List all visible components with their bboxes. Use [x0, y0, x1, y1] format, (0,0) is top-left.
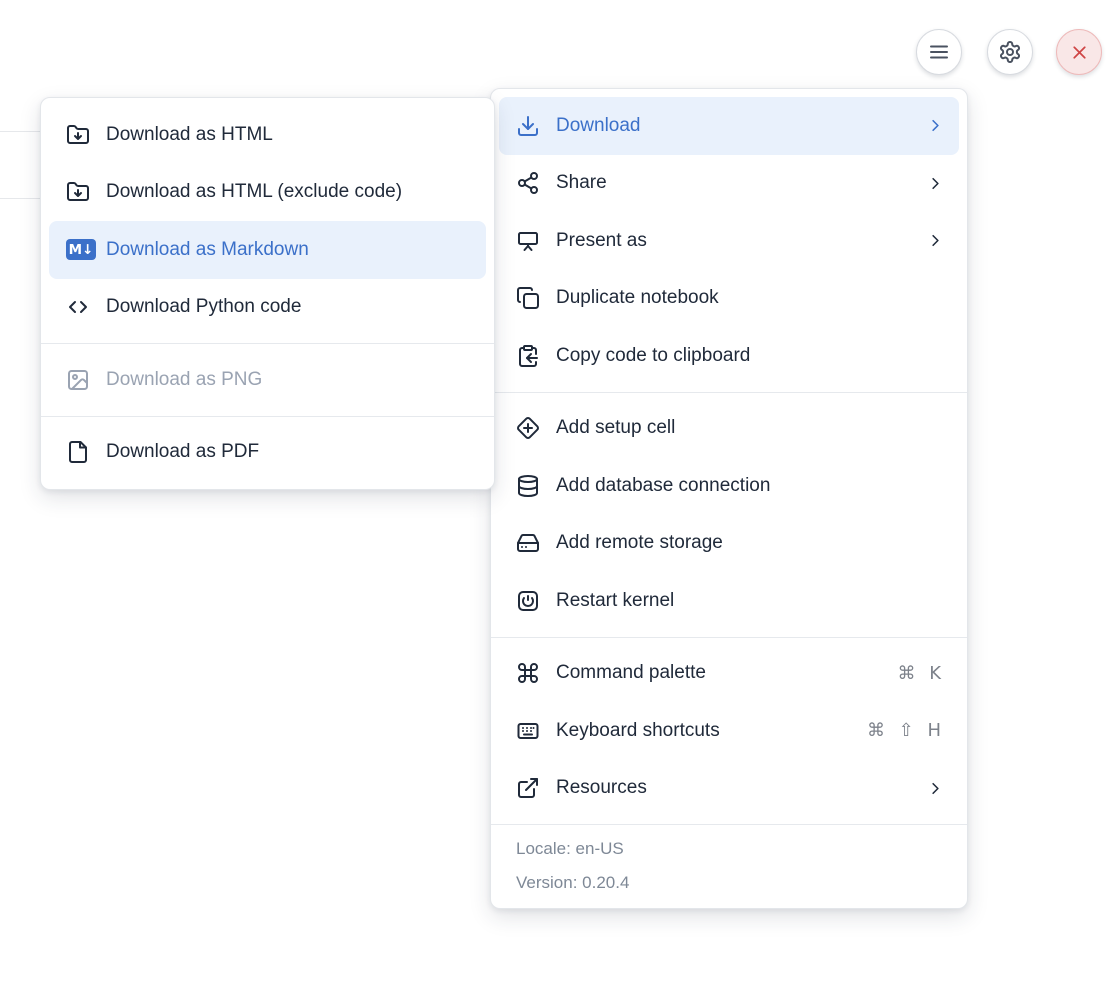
menu-item-resources[interactable]: Resources — [499, 760, 959, 818]
menu-item-download[interactable]: Download — [499, 97, 959, 155]
menu-item-add-setup-cell[interactable]: Add setup cell — [499, 400, 959, 458]
menu-item-command-palette[interactable]: Command palette⌘ K — [499, 645, 959, 703]
menu-item-label: Add remote storage — [556, 532, 945, 554]
menu-item-present-as[interactable]: Present as — [499, 212, 959, 270]
menu-divider — [491, 637, 967, 638]
page: { "colors":{ "accent_blue":"#3b70c9", "h… — [0, 0, 1118, 984]
menu-item-restart-kernel[interactable]: Restart kernel — [499, 572, 959, 630]
menu-item-label: Download as Markdown — [106, 239, 472, 261]
hard-drive-icon — [516, 531, 540, 555]
file-icon — [66, 440, 90, 464]
power-icon — [516, 589, 540, 613]
menu-item-label: Resources — [556, 777, 926, 799]
menu-divider — [491, 392, 967, 393]
menu-item-add-remote-storage[interactable]: Add remote storage — [499, 515, 959, 573]
markdown-icon: M↓ — [66, 239, 96, 260]
menu-footer: Locale: en-US Version: 0.20.4 — [499, 832, 959, 900]
menu-item-label: Download as HTML — [106, 124, 472, 146]
download-submenu: Download as HTML Download as HTML (exclud… — [40, 97, 495, 490]
settings-button[interactable] — [987, 29, 1033, 75]
page-edge-line — [0, 198, 40, 199]
folder-download-icon — [66, 180, 90, 204]
keyboard-icon — [516, 719, 540, 743]
close-icon — [1069, 42, 1090, 63]
menu-item-label: Add database connection — [556, 475, 945, 497]
copy-icon — [516, 286, 540, 310]
close-button[interactable] — [1056, 29, 1102, 75]
menu-item-download-as-png[interactable]: Download as PNG — [49, 351, 486, 409]
menu-item-duplicate-notebook[interactable]: Duplicate notebook — [499, 270, 959, 328]
notebook-menu: Download Share Present as Duplicate noteboo… — [490, 88, 968, 909]
menu-item-label: Download — [556, 115, 926, 137]
page-edge-line — [0, 131, 40, 132]
folder-download-icon — [66, 123, 90, 147]
menu-button[interactable] — [916, 29, 962, 75]
menu-item-copy-code-to-clipboard[interactable]: Copy code to clipboard — [499, 327, 959, 385]
menu-item-label: Copy code to clipboard — [556, 345, 945, 367]
gear-icon — [998, 40, 1022, 64]
menu-item-add-database-connection[interactable]: Add database connection — [499, 457, 959, 515]
clipboard-arrow-icon — [516, 344, 540, 368]
menu-item-download-as-html-exclude-code[interactable]: Download as HTML (exclude code) — [49, 164, 486, 222]
shortcut-hint: ⌘ K — [897, 663, 945, 684]
download-icon — [516, 114, 540, 138]
menu-divider — [491, 824, 967, 825]
chevron-right-icon — [926, 779, 945, 798]
shortcut-hint: ⌘ ⇧ H — [867, 720, 945, 741]
command-icon — [516, 661, 540, 685]
code-icon — [66, 295, 90, 319]
menu-item-keyboard-shortcuts[interactable]: Keyboard shortcuts⌘ ⇧ H — [499, 702, 959, 760]
menu-divider — [41, 416, 494, 417]
presentation-icon — [516, 229, 540, 253]
menu-item-label: Download Python code — [106, 296, 472, 318]
menu-item-label: Download as PNG — [106, 369, 472, 391]
menu-item-label: Duplicate notebook — [556, 287, 945, 309]
menu-divider — [41, 343, 494, 344]
menu-item-download-as-markdown[interactable]: M↓ Download as Markdown — [49, 221, 486, 279]
menu-item-label: Keyboard shortcuts — [556, 720, 867, 742]
menu-item-download-python-code[interactable]: Download Python code — [49, 279, 486, 337]
image-icon — [66, 368, 90, 392]
menu-item-download-as-html[interactable]: Download as HTML — [49, 106, 486, 164]
chevron-right-icon — [926, 231, 945, 250]
share-icon — [516, 171, 540, 195]
menu-item-label: Download as PDF — [106, 441, 472, 463]
database-icon — [516, 474, 540, 498]
menu-item-label: Restart kernel — [556, 590, 945, 612]
version-text: Version: 0.20.4 — [499, 866, 959, 900]
menu-item-share[interactable]: Share — [499, 155, 959, 213]
external-link-icon — [516, 776, 540, 800]
locale-text: Locale: en-US — [499, 832, 959, 866]
menu-item-label: Present as — [556, 230, 926, 252]
menu-item-label: Share — [556, 172, 926, 194]
menu-item-label: Command palette — [556, 662, 897, 684]
chevron-right-icon — [926, 174, 945, 193]
menu-item-label: Add setup cell — [556, 417, 945, 439]
menu-item-download-as-pdf[interactable]: Download as PDF — [49, 424, 486, 482]
diamond-plus-icon — [516, 416, 540, 440]
menu-item-label: Download as HTML (exclude code) — [106, 181, 472, 203]
hamburger-icon — [927, 40, 951, 64]
chevron-right-icon — [926, 116, 945, 135]
